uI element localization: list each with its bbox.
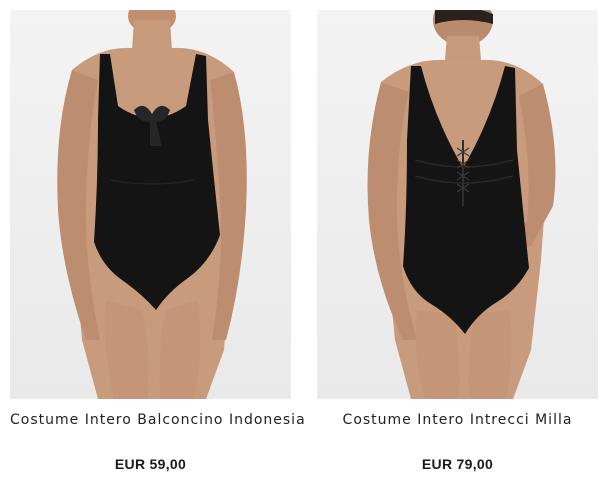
product-card-indonesia[interactable]: Costume Intero Balconcino Indonesia EUR … (10, 0, 305, 489)
product-grid: Costume Intero Balconcino Indonesia EUR … (0, 0, 609, 489)
product-price: EUR 79,00 (421, 456, 494, 472)
swimsuit-model-photo-icon (367, 10, 556, 399)
product-name[interactable]: Costume Intero Intrecci Milla (317, 412, 598, 428)
product-name[interactable]: Costume Intero Balconcino Indonesia (10, 412, 305, 428)
product-price: EUR 59,00 (114, 456, 187, 472)
product-card-milla[interactable]: Costume Intero Intrecci Milla EUR 79,00 (317, 0, 598, 489)
product-image[interactable] (10, 10, 291, 399)
swimsuit-model-photo-icon (57, 10, 247, 399)
product-image[interactable] (317, 10, 598, 399)
